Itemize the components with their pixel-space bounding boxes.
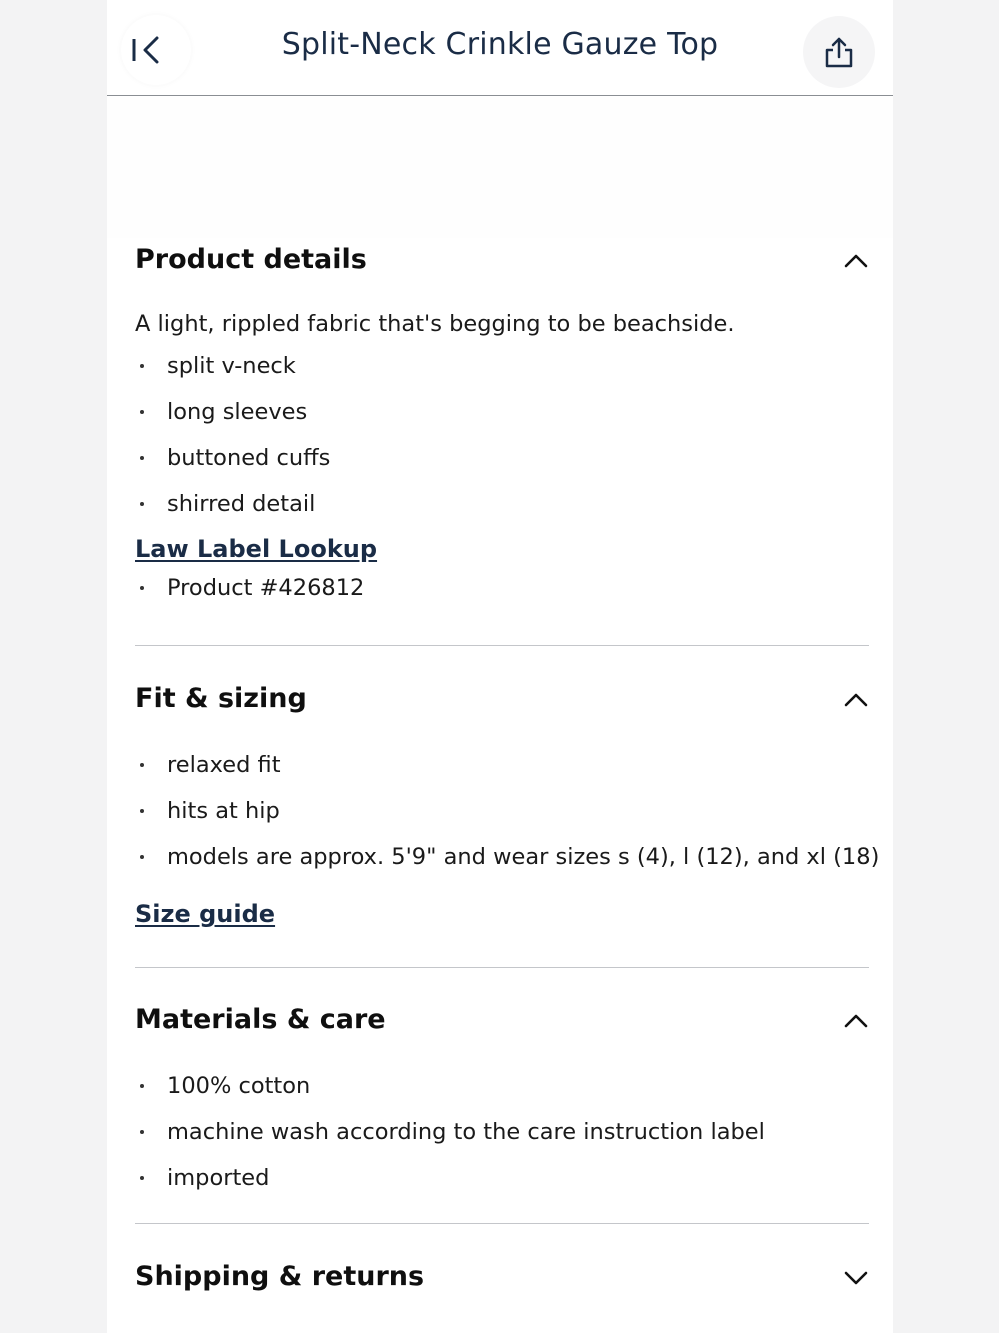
product-number-list: Product #426812 xyxy=(135,573,869,619)
law-label-lookup-link[interactable]: Law Label Lookup xyxy=(135,535,377,563)
list-item: imported xyxy=(135,1163,869,1209)
list-item: hits at hip xyxy=(135,796,869,842)
materials-care-list: 100% cotton machine wash according to th… xyxy=(135,1071,869,1209)
section-title: Materials & care xyxy=(135,1004,386,1035)
product-number: Product #426812 xyxy=(135,573,869,619)
bullet-icon xyxy=(140,364,144,368)
bullet-icon xyxy=(140,456,144,460)
shipping-returns-header[interactable]: Shipping & returns xyxy=(135,1257,869,1297)
product-image-area xyxy=(107,97,893,238)
share-button[interactable] xyxy=(803,16,875,88)
product-details-header[interactable]: Product details xyxy=(135,240,869,280)
bullet-icon xyxy=(140,410,144,414)
fit-sizing-list: relaxed fit hits at hip models are appro… xyxy=(135,750,879,888)
bullet-icon xyxy=(140,1084,144,1088)
list-item: models are approx. 5'9" and wear sizes s… xyxy=(135,842,879,888)
chevron-up-icon xyxy=(844,693,868,707)
fit-sizing-section: Fit & sizing relaxed fit hits at hip mod… xyxy=(135,679,879,928)
bullet-icon xyxy=(140,855,144,859)
list-item: long sleeves xyxy=(135,397,869,443)
chevron-up-icon xyxy=(844,1014,868,1028)
chevron-down-icon xyxy=(844,1271,868,1285)
bullet-icon xyxy=(140,1130,144,1134)
product-details-section: Product details A light, rippled fabric … xyxy=(135,240,869,619)
bullet-icon xyxy=(140,763,144,767)
size-guide-link[interactable]: Size guide xyxy=(135,900,275,928)
page-title: Split-Neck Crinkle Gauze Top xyxy=(281,27,719,62)
list-item: 100% cotton xyxy=(135,1071,869,1117)
section-title: Shipping & returns xyxy=(135,1261,425,1292)
list-item: machine wash according to the care instr… xyxy=(135,1117,869,1163)
back-to-start-icon xyxy=(132,36,159,64)
divider xyxy=(135,1223,869,1224)
materials-care-section: Materials & care 100% cotton machine was… xyxy=(135,1000,869,1209)
divider xyxy=(135,967,869,968)
section-title: Product details xyxy=(135,244,367,275)
top-bar: Split-Neck Crinkle Gauze Top xyxy=(107,0,893,96)
shipping-returns-section: Shipping & returns xyxy=(135,1257,869,1297)
product-details-list: split v-neck long sleeves buttoned cuffs… xyxy=(135,351,869,535)
fit-sizing-header[interactable]: Fit & sizing xyxy=(135,679,869,719)
list-item: split v-neck xyxy=(135,351,869,397)
product-description: A light, rippled fabric that's begging t… xyxy=(135,311,735,337)
back-button[interactable] xyxy=(121,15,191,85)
section-title: Fit & sizing xyxy=(135,683,307,714)
bullet-icon xyxy=(140,809,144,813)
list-item: shirred detail xyxy=(135,489,869,535)
divider xyxy=(135,645,869,646)
chevron-up-icon xyxy=(844,254,868,268)
bullet-icon xyxy=(140,1176,144,1180)
product-page: Split-Neck Crinkle Gauze Top Product det… xyxy=(107,0,893,1333)
list-item: buttoned cuffs xyxy=(135,443,869,489)
list-item: relaxed fit xyxy=(135,750,869,796)
bullet-icon xyxy=(140,586,144,590)
bullet-icon xyxy=(140,502,144,506)
materials-care-header[interactable]: Materials & care xyxy=(135,1000,869,1040)
share-icon xyxy=(825,37,853,68)
